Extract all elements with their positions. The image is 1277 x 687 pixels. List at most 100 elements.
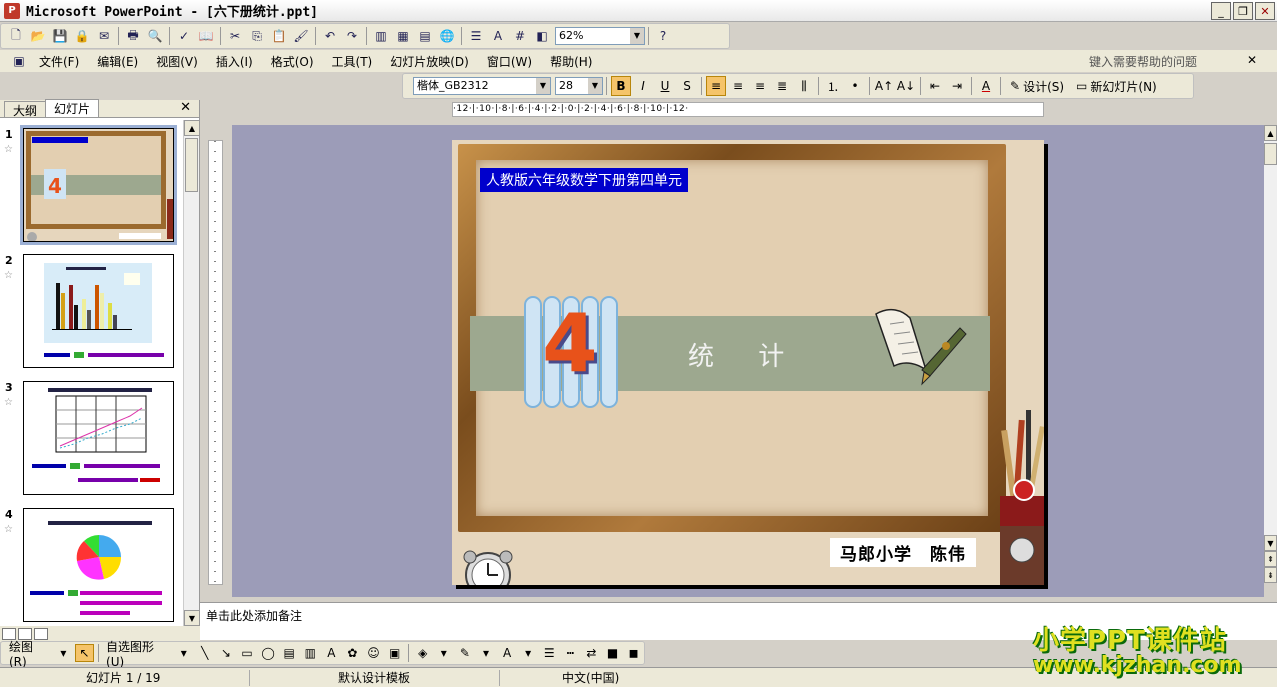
bullets-button[interactable]: •	[845, 76, 865, 96]
scroll-up-icon[interactable]: ▲	[1264, 125, 1277, 141]
chevron-down-icon[interactable]: ▾	[434, 644, 453, 662]
shadow-style-icon[interactable]: ■	[603, 644, 622, 662]
slide-thumbnail-1[interactable]: 4	[20, 125, 177, 245]
color-grayscale-icon[interactable]: ◧	[532, 26, 552, 46]
design-button[interactable]: ✎ 设计(S)	[1004, 78, 1070, 95]
chevron-down-icon[interactable]: ▾	[174, 644, 193, 662]
diagram-icon[interactable]: ✿	[343, 644, 362, 662]
underline-button[interactable]: U	[655, 76, 675, 96]
help-search-input[interactable]: 键入需要帮助的问题	[1089, 53, 1197, 70]
3d-style-icon[interactable]: ◼	[624, 644, 643, 662]
slide-banner-text[interactable]: 人教版六年级数学下册第四单元	[480, 168, 688, 192]
close-pane-icon[interactable]: ✕	[180, 100, 191, 115]
hyperlink-icon[interactable]: 🌐	[437, 26, 457, 46]
chevron-down-icon[interactable]: ▾	[476, 644, 495, 662]
spelling-icon[interactable]: ✓	[174, 26, 194, 46]
tables-borders-icon[interactable]: ▤	[415, 26, 435, 46]
expand-all-icon[interactable]: ☰	[466, 26, 486, 46]
prev-slide-icon[interactable]: ⇞	[1264, 551, 1277, 567]
minimize-button[interactable]: _	[1211, 2, 1231, 20]
line-style-icon[interactable]: ☰	[540, 644, 559, 662]
tab-outline[interactable]: 大纲	[4, 101, 47, 118]
save-icon[interactable]: 💾	[50, 26, 70, 46]
line-color-icon[interactable]: ✎	[455, 644, 474, 662]
scroll-down-icon[interactable]: ▼	[184, 610, 200, 626]
font-color-icon[interactable]: A	[498, 644, 517, 662]
menu-window[interactable]: 窗口(W)	[478, 53, 541, 70]
clipart-icon[interactable]: ☺	[364, 644, 383, 662]
menu-help[interactable]: 帮助(H)	[541, 53, 601, 70]
new-slide-button[interactable]: ▭ 新幻灯片(N)	[1070, 78, 1163, 95]
align-center-button[interactable]: ≡	[728, 76, 748, 96]
line-icon[interactable]: ╲	[195, 644, 214, 662]
menu-file[interactable]: 文件(F)	[30, 53, 88, 70]
increase-font-button[interactable]: A↑	[874, 76, 894, 96]
slide-thumbnail-2[interactable]	[23, 254, 174, 368]
fill-color-icon[interactable]: ◈	[413, 644, 432, 662]
dash-style-icon[interactable]: ┅	[561, 644, 580, 662]
scrollbar-thumb[interactable]	[1264, 143, 1277, 165]
align-left-button[interactable]: ≡	[706, 76, 726, 96]
open-icon[interactable]: 📂	[28, 26, 48, 46]
zoom-select[interactable]: 62% ▼	[555, 27, 645, 45]
menu-edit[interactable]: 编辑(E)	[88, 53, 147, 70]
next-slide-icon[interactable]: ⇟	[1264, 567, 1277, 583]
menu-insert[interactable]: 插入(I)	[207, 53, 262, 70]
document-icon[interactable]: ▣	[9, 51, 29, 71]
show-formatting-icon[interactable]: A	[488, 26, 508, 46]
slide-thumbnail-3[interactable]	[23, 381, 174, 495]
slide-title[interactable]: 统 计	[688, 336, 802, 373]
print-preview-icon[interactable]: 🔍	[145, 26, 165, 46]
help-icon[interactable]: ?	[653, 26, 673, 46]
menu-slideshow[interactable]: 幻灯片放映(D)	[381, 53, 478, 70]
increase-indent-button[interactable]: ⇥	[947, 76, 967, 96]
align-right-button[interactable]: ≡	[750, 76, 770, 96]
autoshapes-button[interactable]: 自选图形(U)	[102, 638, 173, 669]
close-doc-icon[interactable]: ✕	[1247, 53, 1257, 67]
print-icon[interactable]: 🖶	[123, 26, 143, 46]
justify-button[interactable]: ≣	[772, 76, 792, 96]
paste-icon[interactable]: 📋	[269, 26, 289, 46]
undo-icon[interactable]: ↶	[320, 26, 340, 46]
menu-view[interactable]: 视图(V)	[147, 53, 207, 70]
thumbnail-scrollbar[interactable]: ▲ ▼	[183, 120, 200, 626]
slide-thumbnail-4[interactable]	[23, 508, 174, 622]
redo-icon[interactable]: ↷	[342, 26, 362, 46]
draw-menu-button[interactable]: 绘图(R)	[5, 638, 53, 669]
vertical-textbox-icon[interactable]: ▥	[301, 644, 320, 662]
email-icon[interactable]: ✉	[94, 26, 114, 46]
font-select[interactable]: 楷体_GB2312 ▼	[413, 77, 551, 95]
italic-button[interactable]: I	[633, 76, 653, 96]
scroll-down-icon[interactable]: ▼	[1264, 535, 1277, 551]
oval-icon[interactable]: ◯	[259, 644, 278, 662]
arrow-icon[interactable]: ↘	[216, 644, 235, 662]
font-color-button[interactable]: A	[976, 76, 996, 96]
permission-icon[interactable]: 🔒	[72, 26, 92, 46]
current-slide[interactable]: 人教版六年级数学下册第四单元 4 统 计 马郎小学 陈伟	[452, 140, 1044, 585]
scrollbar-thumb[interactable]	[185, 138, 198, 192]
chevron-down-icon[interactable]: ▾	[54, 644, 73, 662]
cut-icon[interactable]: ✂	[225, 26, 245, 46]
menu-format[interactable]: 格式(O)	[262, 53, 323, 70]
close-button[interactable]: ✕	[1255, 2, 1275, 20]
bold-button[interactable]: B	[611, 76, 631, 96]
arrow-style-icon[interactable]: ⇄	[582, 644, 601, 662]
unit-number-block[interactable]: 4	[524, 296, 618, 408]
decrease-font-button[interactable]: A↓	[896, 76, 916, 96]
copy-icon[interactable]: ⎘	[247, 26, 267, 46]
restore-button[interactable]: ❐	[1233, 2, 1253, 20]
research-icon[interactable]: 📖	[196, 26, 216, 46]
font-size-select[interactable]: 28 ▼	[555, 77, 603, 95]
wordart-icon[interactable]: A	[322, 644, 341, 662]
shadow-button[interactable]: S	[677, 76, 697, 96]
tab-slides[interactable]: 幻灯片	[45, 99, 100, 117]
show-grid-icon[interactable]: #	[510, 26, 530, 46]
author-text[interactable]: 马郎小学 陈伟	[830, 538, 976, 567]
select-objects-icon[interactable]: ↖	[74, 644, 95, 662]
numbering-button[interactable]: ⒈	[823, 76, 843, 96]
distribute-button[interactable]: ⫼	[794, 76, 814, 96]
insert-chart-icon[interactable]: ▥	[371, 26, 391, 46]
chevron-down-icon[interactable]: ▾	[519, 644, 538, 662]
rectangle-icon[interactable]: ▭	[237, 644, 256, 662]
format-painter-icon[interactable]: 🖌	[291, 26, 311, 46]
